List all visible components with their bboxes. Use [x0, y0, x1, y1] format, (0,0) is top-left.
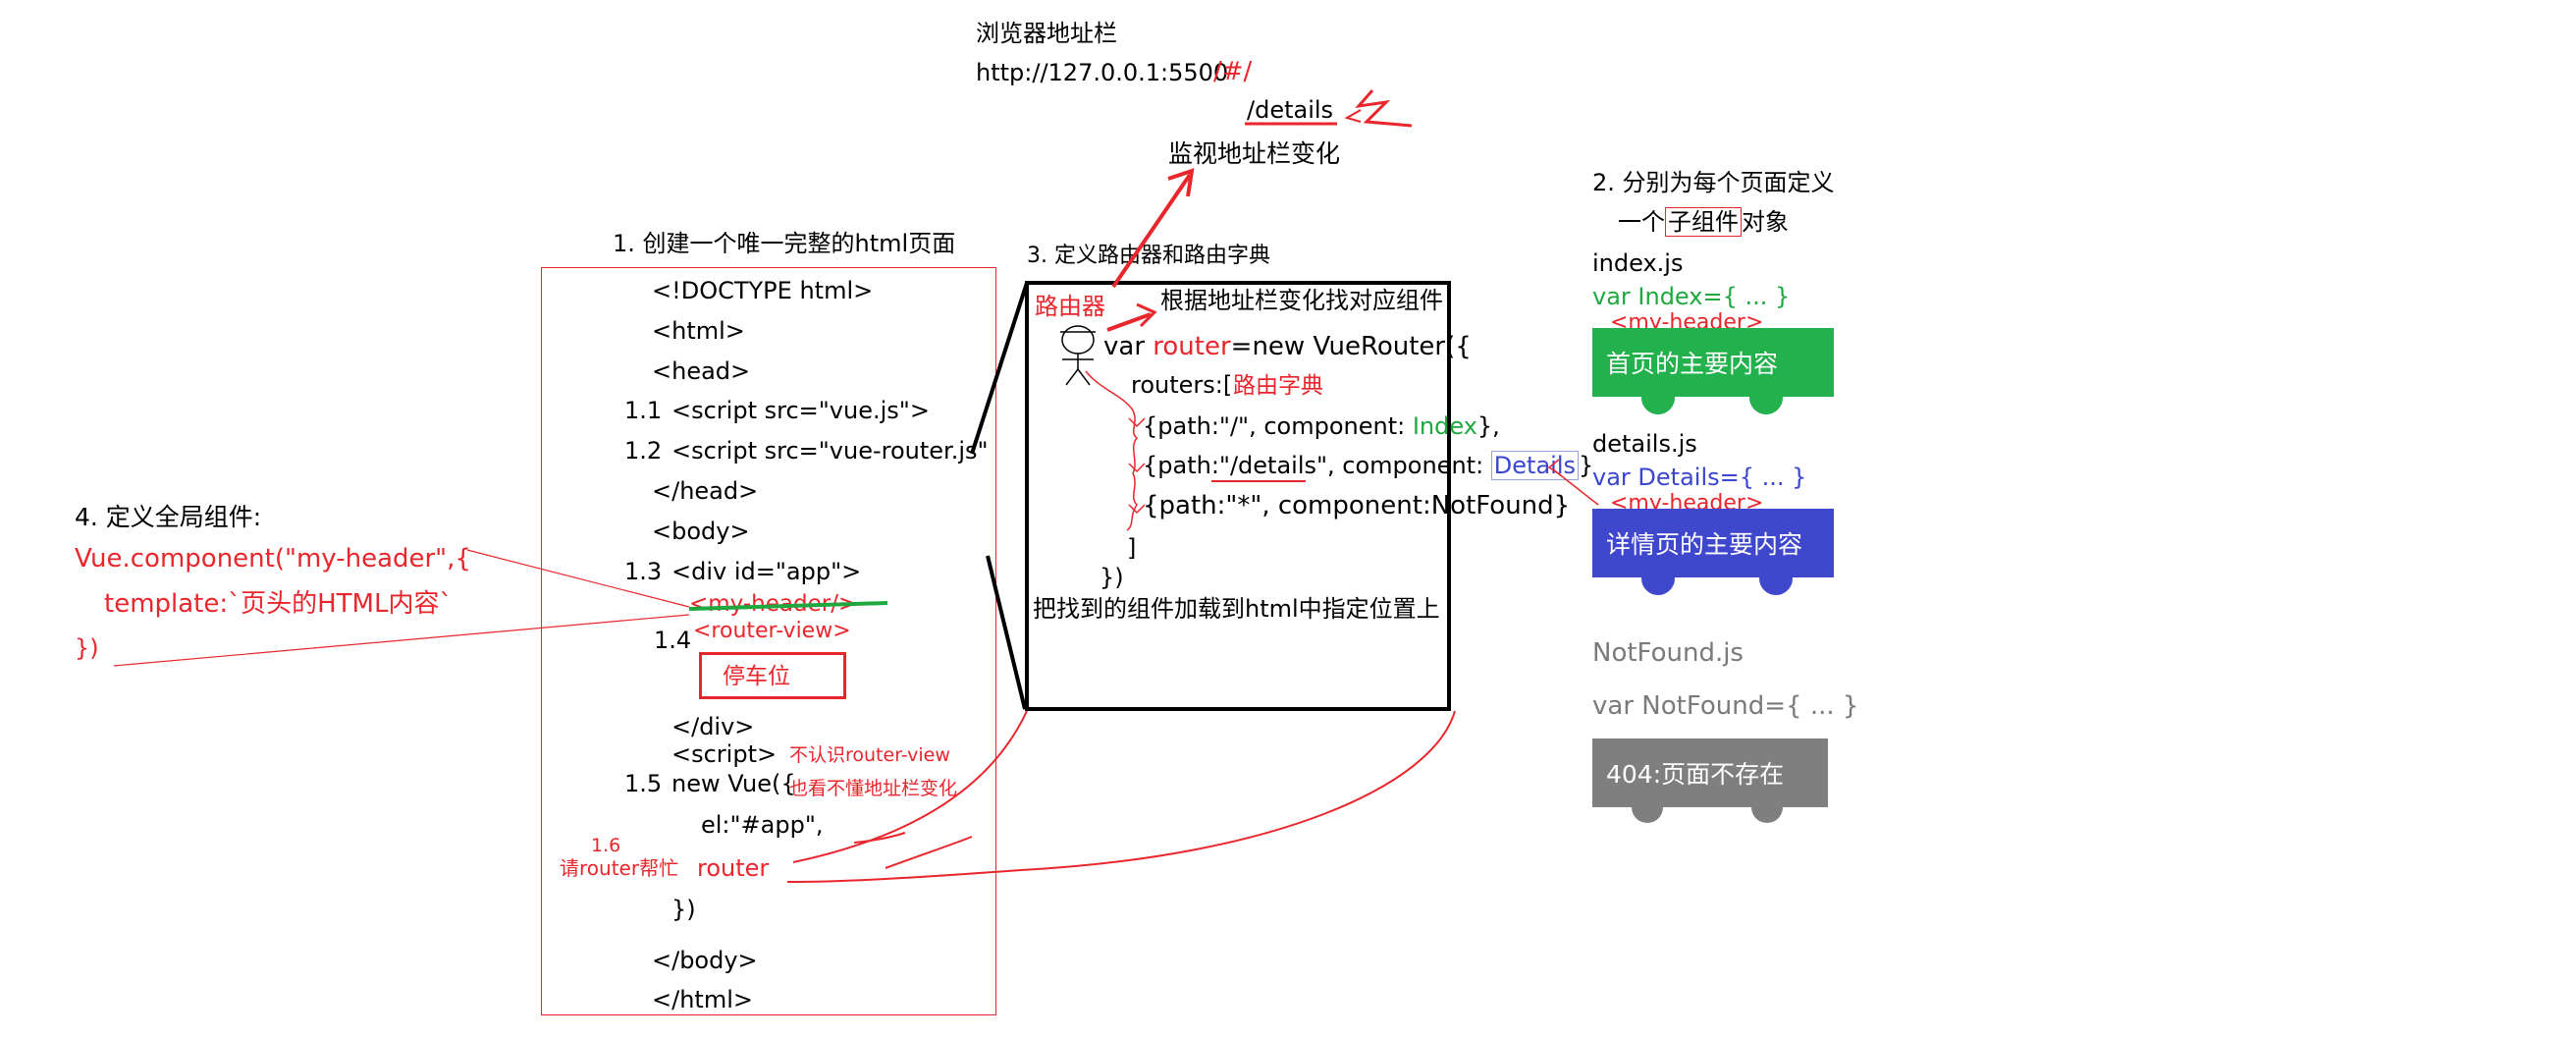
- step4-link-bottom: [113, 614, 690, 667]
- watch-arrow: [1111, 173, 1192, 289]
- funnel-line-top: [970, 282, 1029, 455]
- details-link-arrow-icon: [1547, 459, 1562, 476]
- brace-arrow-2-icon: [1128, 463, 1146, 473]
- route-brace: [1085, 370, 1139, 531]
- lightning-arrow-icon: [1344, 109, 1362, 123]
- funnel-line-bottom: [986, 555, 1027, 710]
- my-header-strikethrough: [688, 601, 888, 611]
- step4-link-top: [466, 549, 690, 608]
- lightning-icon: [1355, 89, 1413, 128]
- router-curve-1: [792, 710, 1028, 863]
- brace-arrow-1-icon: [1128, 417, 1146, 428]
- connector-overlay: [113, 89, 1599, 883]
- router-curve-4: [786, 710, 1456, 883]
- router-curve-3: [885, 836, 973, 869]
